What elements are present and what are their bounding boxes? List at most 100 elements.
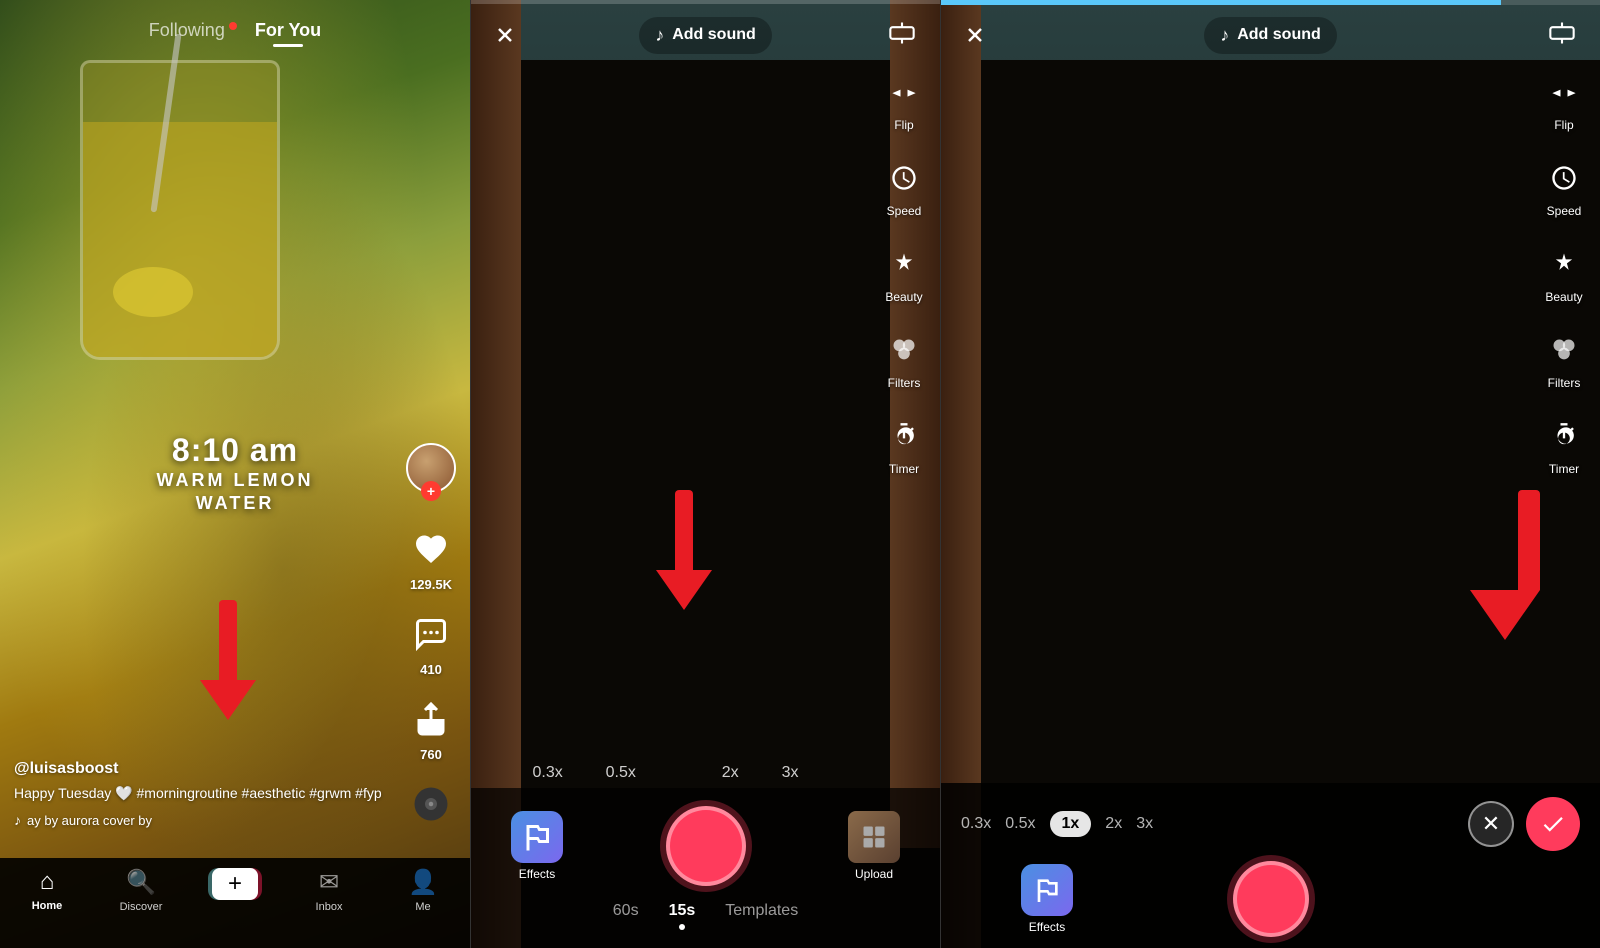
timer-label-2: Timer bbox=[1549, 462, 1579, 476]
add-sound-label-2: Add sound bbox=[1237, 26, 1321, 44]
beauty-control[interactable]: Beauty bbox=[882, 242, 926, 304]
share-button[interactable]: 760 bbox=[407, 695, 455, 762]
speed2-1x[interactable]: 1x bbox=[1050, 811, 1092, 837]
create-button[interactable]: + bbox=[212, 868, 258, 900]
video-text-overlay: 8:10 am WARM LEMON WATER bbox=[157, 432, 314, 516]
flip-top-button[interactable] bbox=[888, 19, 924, 52]
dur-60s[interactable]: 60s bbox=[613, 902, 639, 938]
progress-fill bbox=[941, 0, 1501, 5]
filters-label-2: Filters bbox=[1548, 376, 1581, 390]
bottom-navigation: ⌂ Home 🔍 Discover + ✉ Inbox 👤 Me bbox=[0, 858, 470, 948]
speed-icon-2 bbox=[1542, 156, 1586, 200]
speed-3x[interactable]: 3x bbox=[770, 758, 811, 788]
timer-icon bbox=[882, 414, 926, 458]
home-icon: ⌂ bbox=[40, 868, 55, 896]
effects-button[interactable]: Effects bbox=[511, 811, 563, 881]
creator-avatar-container: + bbox=[406, 443, 456, 493]
heart-icon bbox=[407, 525, 455, 573]
record-button[interactable] bbox=[666, 806, 746, 886]
effects-action-buttons: ✕ bbox=[1468, 797, 1580, 851]
effects-label-bottom: Effects bbox=[1029, 920, 1065, 934]
nav-discover[interactable]: 🔍 Discover bbox=[111, 868, 171, 913]
speed-0.3x[interactable]: 0.3x bbox=[520, 758, 574, 788]
camera-panel-1: ♪ Add sound Flip Speed bbox=[470, 0, 940, 948]
beauty-control-2[interactable]: Beauty bbox=[1542, 242, 1586, 304]
record-row: Effects Upload bbox=[471, 788, 940, 886]
timer-control-2[interactable]: Timer bbox=[1542, 414, 1586, 476]
speed-control-2[interactable]: Speed bbox=[1542, 156, 1586, 218]
flip-top-button-2[interactable] bbox=[1548, 19, 1584, 52]
dur-15s[interactable]: 15s bbox=[669, 902, 696, 938]
cancel-effect-button[interactable]: ✕ bbox=[1468, 801, 1514, 847]
nav-home[interactable]: ⌂ Home bbox=[17, 868, 77, 912]
foryou-tab[interactable]: For You bbox=[255, 20, 321, 41]
add-sound-label: Add sound bbox=[672, 26, 756, 44]
speed-1x[interactable] bbox=[667, 767, 691, 779]
feed-panel: Following For You 8:10 am WARM LEMON WAT… bbox=[0, 0, 470, 948]
add-sound-button-2[interactable]: ♪ Add sound bbox=[1204, 17, 1337, 54]
flip-control[interactable]: Flip bbox=[882, 70, 926, 132]
like-button[interactable]: 129.5K bbox=[407, 525, 455, 592]
feed-actions: + 129.5K 410 760 bbox=[406, 443, 456, 828]
record-button-2[interactable] bbox=[1233, 861, 1309, 937]
dur-templates[interactable]: Templates bbox=[725, 902, 798, 938]
duration-tabs: 60s 15s Templates bbox=[613, 902, 798, 938]
effects-icon-left[interactable]: Effects bbox=[1021, 864, 1073, 934]
creator-username[interactable]: @luisasboost bbox=[14, 760, 390, 778]
discover-label: Discover bbox=[120, 901, 163, 913]
timer-control[interactable]: Timer bbox=[882, 414, 926, 476]
speed2-2x[interactable]: 2x bbox=[1105, 815, 1122, 833]
camera-controls: Flip Speed Beauty bbox=[882, 70, 926, 476]
share-icon bbox=[407, 695, 455, 743]
effects-record-row: Effects bbox=[941, 851, 1600, 937]
speed2-0.3x[interactable]: 0.3x bbox=[961, 815, 991, 833]
effects-box-icon bbox=[1021, 864, 1073, 916]
effects-panel: 0.3x 0.5x 1x 2x 3x ✕ bbox=[941, 783, 1600, 948]
music-icon-2: ♪ bbox=[1220, 25, 1229, 46]
arrow-head bbox=[200, 680, 256, 720]
flip-label-2: Flip bbox=[1554, 118, 1573, 132]
filters-label: Filters bbox=[888, 376, 921, 390]
music-disc bbox=[407, 780, 455, 828]
music-note-icon: ♪ bbox=[14, 812, 21, 828]
confirm-effect-button[interactable] bbox=[1526, 797, 1580, 851]
glass-liquid bbox=[83, 122, 277, 357]
feed-info: @luisasboost Happy Tuesday 🤍 #morningrou… bbox=[14, 760, 390, 828]
flip-icon-2 bbox=[1542, 70, 1586, 114]
comment-button[interactable]: 410 bbox=[407, 610, 455, 677]
me-label: Me bbox=[415, 901, 430, 913]
filters-icon bbox=[882, 328, 926, 372]
close-button[interactable] bbox=[487, 17, 523, 53]
music-disc-icon bbox=[407, 780, 455, 828]
video-caption: Happy Tuesday 🤍 #morningroutine #aesthet… bbox=[14, 784, 390, 804]
beauty-icon-2 bbox=[1542, 242, 1586, 286]
following-tab[interactable]: Following bbox=[149, 20, 225, 41]
speed-icon bbox=[882, 156, 926, 200]
effects-speed-row: 0.3x 0.5x 1x 2x 3x ✕ bbox=[941, 783, 1600, 851]
follow-plus-button[interactable]: + bbox=[421, 481, 441, 501]
beauty-label-2: Beauty bbox=[1545, 290, 1582, 304]
add-sound-button[interactable]: ♪ Add sound bbox=[639, 17, 772, 54]
feed-top-nav: Following For You bbox=[0, 0, 470, 51]
upload-button[interactable]: Upload bbox=[848, 811, 900, 881]
inbox-label: Inbox bbox=[316, 901, 343, 913]
nav-inbox[interactable]: ✉ Inbox bbox=[299, 868, 359, 913]
timer-label: Timer bbox=[889, 462, 919, 476]
nav-create[interactable]: + bbox=[205, 868, 265, 900]
speed-0.5x[interactable]: 0.5x bbox=[594, 758, 648, 788]
speed-control[interactable]: Speed bbox=[882, 156, 926, 218]
close-button-2[interactable] bbox=[957, 17, 993, 53]
filters-control[interactable]: Filters bbox=[882, 328, 926, 390]
camera-topbar: ♪ Add sound bbox=[471, 0, 940, 70]
lemon-slice bbox=[113, 267, 193, 317]
beauty-label: Beauty bbox=[885, 290, 922, 304]
discover-icon: 🔍 bbox=[126, 868, 156, 897]
speed2-3x[interactable]: 3x bbox=[1136, 815, 1153, 833]
flip-control-2[interactable]: Flip bbox=[1542, 70, 1586, 132]
glass-decoration bbox=[80, 60, 280, 360]
camera2-controls: Flip Speed Beauty bbox=[1542, 70, 1586, 476]
speed2-0.5x[interactable]: 0.5x bbox=[1005, 815, 1035, 833]
speed-2x[interactable]: 2x bbox=[710, 758, 751, 788]
nav-me[interactable]: 👤 Me bbox=[393, 868, 453, 913]
filters-control-2[interactable]: Filters bbox=[1542, 328, 1586, 390]
